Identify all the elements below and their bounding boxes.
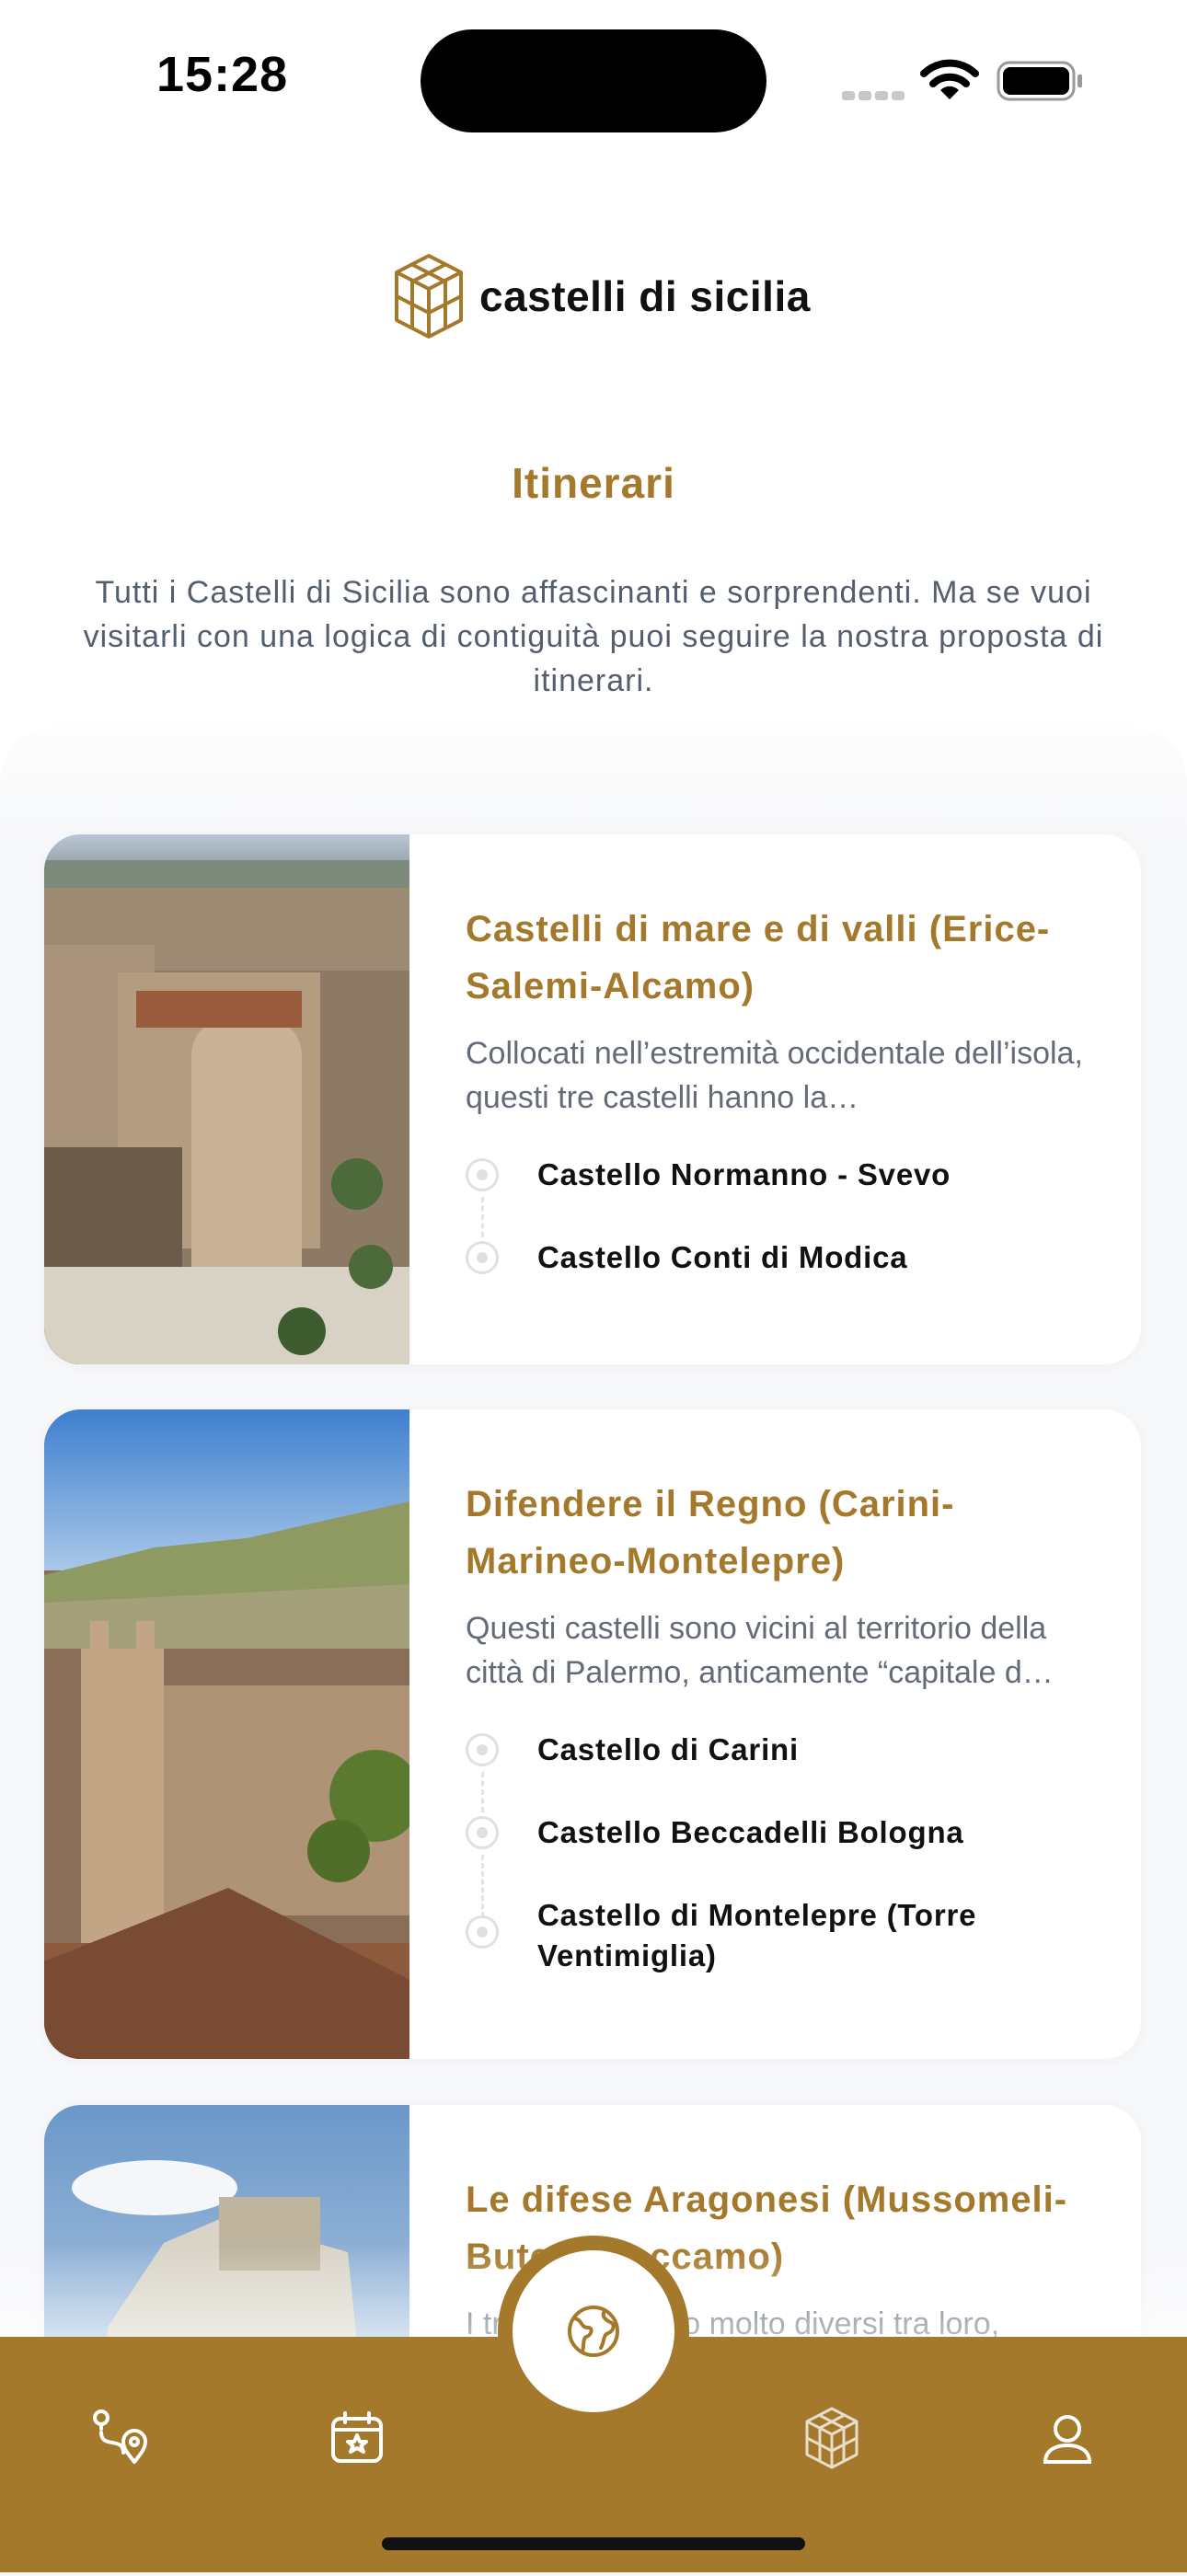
battery-icon <box>997 61 1082 101</box>
stop-item[interactable]: Castello Conti di Modica <box>466 1237 1101 1278</box>
signal-icon <box>842 88 908 105</box>
stop-label: Castello di Carini <box>537 1732 799 1766</box>
stop-marker-icon <box>466 1733 499 1766</box>
status-bar: 15:28 <box>0 0 1187 156</box>
stop-marker-icon <box>466 1816 499 1849</box>
calendar-star-icon <box>331 2411 383 2463</box>
map-button[interactable] <box>498 2236 689 2427</box>
tab-itineraries[interactable] <box>83 2401 156 2475</box>
page-title: Itinerari <box>512 459 675 507</box>
intro-text: Tutti i Castelli di Sicilia sono affasci… <box>83 575 1104 698</box>
stop-marker-icon <box>466 1241 499 1274</box>
stop-item[interactable]: Castello di Montelepre (Torre Ventimigli… <box>466 1895 1101 1976</box>
app-logo: castelli di sicilia <box>391 250 811 342</box>
tab-events[interactable] <box>320 2401 394 2475</box>
stop-connector <box>481 1772 484 1812</box>
castle-icon <box>805 2407 859 2469</box>
stop-label: Castello di Montelepre (Torre Ventimigli… <box>537 1898 977 1972</box>
stop-item[interactable]: Castello di Carini <box>466 1730 1101 1812</box>
globe-icon <box>568 2306 619 2357</box>
stop-connector <box>481 1197 484 1237</box>
stop-marker-icon <box>466 1915 499 1949</box>
user-icon <box>1043 2415 1092 2464</box>
itinerary-content: Castelli di mare e di valli (Erice-Salem… <box>466 834 1101 1320</box>
status-time: 15:28 <box>156 47 289 102</box>
stop-label: Castello Conti di Modica <box>537 1240 908 1274</box>
wifi-icon <box>920 59 979 99</box>
itinerary-content: Difendere il Regno (Carini-Marineo-Monte… <box>466 1409 1101 2018</box>
app-name: castelli di sicilia <box>479 272 811 320</box>
itinerary-description: Collocati nell’estremità occidentale del… <box>466 1036 1083 1115</box>
stop-item[interactable]: Castello Normanno - Svevo <box>466 1155 1101 1237</box>
stop-list: Castello di Carini Castello Beccadelli B… <box>466 1730 1101 1976</box>
itinerary-title: Castelli di mare e di valli (Erice-Salem… <box>466 909 1051 1006</box>
tab-profile[interactable] <box>1031 2401 1104 2475</box>
itinerary-image <box>44 1409 409 2059</box>
stop-label: Castello Normanno - Svevo <box>537 1157 951 1191</box>
dynamic-island <box>421 29 766 132</box>
stop-list: Castello Normanno - Svevo Castello Conti… <box>466 1155 1101 1278</box>
castle-logo-icon <box>395 254 463 339</box>
stop-marker-icon <box>466 1158 499 1191</box>
route-icon <box>93 2409 147 2464</box>
tab-castles[interactable] <box>795 2401 869 2475</box>
itinerary-description: Questi castelli sono vicini al territori… <box>466 1611 1054 1690</box>
itinerary-title: Difendere il Regno (Carini-Marineo-Monte… <box>466 1484 955 1581</box>
itinerary-card[interactable]: Castelli di mare e di valli (Erice-Salem… <box>44 834 1141 1364</box>
itinerary-image <box>44 834 409 1364</box>
home-indicator <box>382 2537 805 2550</box>
itinerary-card[interactable]: Difendere il Regno (Carini-Marineo-Monte… <box>44 1409 1141 2059</box>
stop-label: Castello Beccadelli Bologna <box>537 1815 964 1849</box>
stop-item[interactable]: Castello Beccadelli Bologna <box>466 1812 1101 1917</box>
